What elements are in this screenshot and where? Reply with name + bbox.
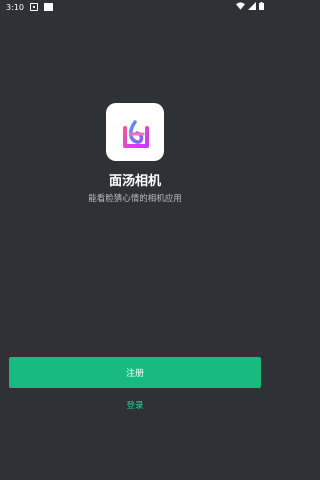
app-indicator-icon [43, 3, 53, 11]
status-time: 3:10 [6, 2, 24, 12]
register-button[interactable]: 注册 [9, 357, 261, 388]
app-name: 面汤相机 [108, 174, 161, 189]
signal-icon [248, 2, 256, 12]
wifi-icon [236, 2, 245, 12]
app-logo-icon [106, 103, 164, 161]
status-bar: 3:10 [0, 0, 270, 14]
login-link[interactable]: 登录 [0, 399, 270, 411]
notification-icon [29, 3, 38, 11]
welcome-screen: 3:10 面汤相机 能看脸猜心情的相机应用 注册 登录 [0, 0, 270, 480]
battery-icon [259, 2, 264, 12]
app-tagline: 能看脸猜心情的相机应用 [88, 194, 182, 204]
